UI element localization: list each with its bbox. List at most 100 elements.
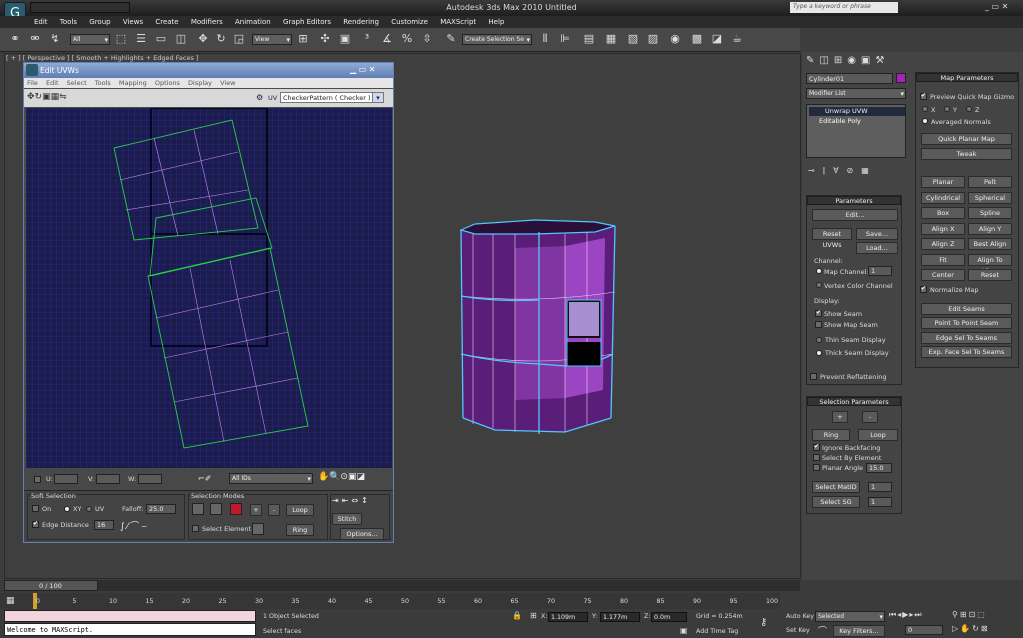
uvw-menu-display[interactable]: Display (188, 79, 212, 87)
object-name-field[interactable]: Cylinder01 (806, 73, 893, 84)
thick-seam-radio[interactable] (816, 350, 822, 356)
playback-controls[interactable]: ⏮◂▶▸⏭ (889, 610, 923, 620)
uvw-window-controls[interactable]: ▁ ▭ ✕ (350, 65, 390, 76)
z-radio[interactable] (966, 106, 972, 112)
map-button-pelt[interactable]: Pelt (968, 176, 1012, 188)
named-selection-dropdown[interactable]: Create Selection Se (462, 34, 532, 45)
maxscript-listener-mini[interactable] (4, 610, 256, 622)
ids-dropdown[interactable]: All IDs (229, 473, 313, 484)
uvw-menu-mapping[interactable]: Mapping (119, 79, 147, 87)
save-button[interactable]: Save... (856, 228, 898, 240)
move-icon[interactable]: ✥ (196, 32, 210, 46)
edge-sel-to-seams-button[interactable]: Edge Sel To Seams (921, 332, 1012, 344)
menu-create[interactable]: Create (155, 16, 178, 28)
render-setup-icon[interactable]: ▩ (690, 32, 704, 46)
window-crossing-icon[interactable]: ◫ (174, 32, 188, 46)
manipulate-icon[interactable]: ✣ (318, 32, 332, 46)
unlink-icon[interactable]: ⚮ (28, 32, 42, 46)
current-frame-spinner[interactable]: 0 (905, 625, 943, 635)
add-time-tag[interactable]: Add Time Tag (696, 628, 738, 635)
uvw-title[interactable]: Edit UVWs (24, 63, 393, 78)
reference-coord-dropdown[interactable]: View (252, 34, 292, 45)
xy-radio[interactable] (64, 506, 70, 512)
uvw-move-icon[interactable]: ✥↻▣▦⇋ (27, 92, 67, 102)
map-parameters-header[interactable]: Map Parameters (916, 73, 1018, 82)
link-icon[interactable]: ⚭ (8, 32, 22, 46)
uv-radio[interactable] (86, 506, 92, 512)
map-channel-radio[interactable] (816, 268, 822, 274)
map-button-box[interactable]: Box (921, 207, 965, 219)
map-button-fit[interactable]: Fit (921, 253, 965, 266)
stack-item-unwrap[interactable]: Unwrap UVW (809, 107, 905, 116)
falloff-curve-buttons[interactable]: ∫⁄⌒⌣ (120, 519, 182, 532)
material-editor-icon[interactable]: ◉ (668, 32, 682, 46)
select-by-name-icon[interactable]: ☰ (134, 32, 148, 46)
render-frame-icon[interactable]: ◪ (710, 32, 724, 46)
timeline-track[interactable]: ▦ 0 5 10 15 20 25 30 35 40 45 50 55 60 65 70 75 80 85 90 95… (0, 593, 780, 609)
rect-region-icon[interactable]: ▭ (154, 32, 168, 46)
soft-on-checkbox[interactable] (32, 505, 39, 512)
schematic-icon[interactable]: ▨ (646, 32, 660, 46)
paint-select-icon[interactable] (252, 523, 264, 535)
edge-distance-spinner[interactable]: 16 (94, 520, 114, 530)
pan-zoom-icons[interactable]: ✋🔍⊙▣◪ (318, 472, 365, 482)
shrink-button[interactable]: - (268, 504, 280, 516)
menu-views[interactable]: Views (123, 16, 143, 28)
vertex-mode-icon[interactable] (192, 503, 204, 515)
time-slider[interactable]: 0 / 100 (4, 580, 98, 591)
viewport-label[interactable]: [ + ] [ Perspective ] [ Smooth + Highlig… (6, 54, 198, 62)
map-button-align-y[interactable]: Align Y (968, 222, 1012, 235)
key-mode-icon[interactable]: ⌒ (818, 624, 827, 637)
quick-planar-map-button[interactable]: Quick Planar Map (921, 133, 1012, 145)
lock-selection-toggle[interactable] (34, 476, 41, 483)
select-element-checkbox[interactable] (192, 525, 199, 532)
map-button-align-to-view[interactable]: Align To View (968, 253, 1012, 275)
graphite-icon[interactable]: ▦ (604, 32, 618, 46)
w-spinner[interactable] (138, 474, 162, 484)
modifier-list-dropdown[interactable]: Modifier List (806, 88, 906, 99)
edit-button[interactable]: Edit... (812, 209, 898, 221)
v-spinner[interactable] (96, 474, 120, 484)
edit-named-sel-icon[interactable]: ✎ (444, 32, 458, 46)
snap-icon[interactable]: ³ (360, 32, 374, 46)
layer-manager-icon[interactable]: ▤ (582, 32, 596, 46)
map-button-center[interactable]: Center (921, 269, 965, 281)
loop-selection-button[interactable]: Loop (858, 429, 898, 441)
map-button-best-align[interactable]: Best Align (968, 238, 1012, 250)
time-tag-icon[interactable]: ▣ (680, 626, 688, 635)
cylinder-object[interactable] (455, 218, 625, 440)
edge-mode-icon[interactable] (210, 503, 222, 515)
viewport-nav-controls-2[interactable]: ▷✋↻⊠ (952, 624, 990, 633)
uvw-menu-edit[interactable]: Edit (46, 79, 59, 87)
thin-seam-radio[interactable] (816, 337, 822, 343)
map-button-reset[interactable]: Reset (968, 269, 1012, 281)
menu-modifiers[interactable]: Modifiers (191, 16, 223, 28)
show-seam-checkbox[interactable] (815, 309, 822, 317)
ignore-backfacing-checkbox[interactable] (813, 443, 820, 451)
curve-editor-icon[interactable]: ▧ (626, 32, 640, 46)
face-mode-icon[interactable] (230, 503, 242, 515)
uvw-menu-view[interactable]: View (220, 79, 235, 87)
normalize-map-checkbox[interactable] (920, 285, 927, 293)
uvw-menu-tools[interactable]: Tools (95, 79, 111, 87)
menu-customize[interactable]: Customize (391, 16, 428, 28)
shrink-selection-button[interactable]: - (862, 411, 878, 423)
vertex-color-radio[interactable] (816, 282, 822, 288)
ring-button[interactable]: Ring (286, 524, 314, 536)
select-sg-button[interactable]: Select SG (812, 496, 860, 508)
grow-button[interactable]: + (250, 504, 262, 516)
select-matid-button[interactable]: Select MatID (812, 481, 860, 493)
track-bar-icon[interactable]: ▦ (6, 596, 15, 606)
set-key-button[interactable]: Set Key (786, 627, 810, 634)
key-selection-dropdown[interactable]: Selected (815, 611, 885, 622)
uvw-menu-select[interactable]: Select (67, 79, 87, 87)
pivot-icon[interactable]: ⊞ (296, 32, 310, 46)
stitch-button[interactable]: Stitch (332, 513, 362, 525)
ring-selection-button[interactable]: Ring (812, 429, 850, 441)
menu-help[interactable]: Help (488, 16, 504, 28)
selection-parameters-header[interactable]: Selection Parameters (807, 397, 901, 406)
reset-uvws-button[interactable]: Reset UVWs (812, 228, 852, 249)
planar-angle-checkbox[interactable] (813, 464, 820, 471)
select-object-icon[interactable]: ⬚ (114, 32, 128, 46)
point-to-point-seam-button[interactable]: Point To Point Seam (921, 317, 1012, 329)
